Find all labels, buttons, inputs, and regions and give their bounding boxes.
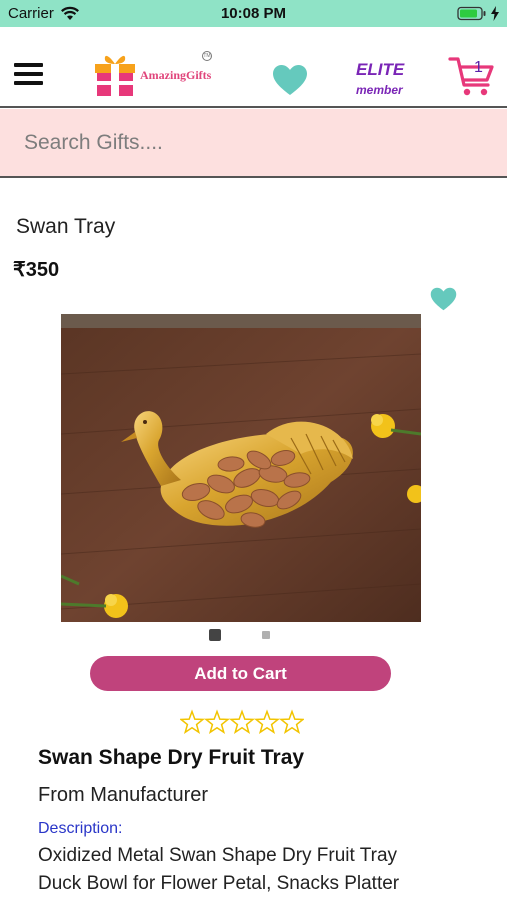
gift-box-logo-icon[interactable]: [94, 52, 136, 98]
star-icon[interactable]: [279, 709, 304, 735]
carousel-dot-active[interactable]: [209, 629, 221, 641]
description-label: Description:: [38, 820, 123, 837]
status-bar: Carrier 10:08 PM: [0, 0, 507, 27]
wishlist-heart-icon[interactable]: [430, 287, 457, 311]
product-image[interactable]: [61, 314, 421, 622]
heart-icon[interactable]: [272, 64, 308, 96]
brand-logo-text: AmazingGifts: [140, 68, 212, 82]
cart-count-badge: 1: [474, 59, 483, 76]
star-icon[interactable]: [180, 709, 205, 735]
app-header: AmazingGifts TM ELITE member 1: [0, 27, 507, 108]
star-icon[interactable]: [229, 709, 255, 735]
status-time: 10:08 PM: [220, 5, 287, 22]
rating-stars[interactable]: [180, 709, 304, 737]
description-line: Duck Bowl for Flower Petal, Snacks Platt…: [38, 873, 400, 894]
product-source: From Manufacturer: [38, 784, 209, 806]
hamburger-menu-icon[interactable]: [14, 63, 44, 87]
product-title: Swan Shape Dry Fruit Tray: [38, 746, 305, 769]
product-name: Swan Tray: [16, 215, 116, 238]
membership-subtitle[interactable]: member: [356, 83, 403, 97]
description-line: Oxidized Metal Swan Shape Dry Fruit Tray: [38, 845, 398, 866]
search-bar: [0, 109, 507, 178]
charging-bolt-icon: [491, 6, 499, 21]
shopping-cart-icon[interactable]: [448, 55, 494, 97]
battery-icon: [457, 6, 486, 21]
star-icon[interactable]: [204, 709, 230, 735]
membership-title[interactable]: ELITE: [356, 60, 404, 80]
trademark-mark: TM: [202, 51, 212, 61]
product-price: ₹350: [13, 259, 60, 281]
search-input[interactable]: [0, 109, 507, 176]
star-icon[interactable]: [254, 709, 280, 735]
add-to-cart-button[interactable]: Add to Cart: [90, 656, 391, 691]
carousel-dot[interactable]: [262, 631, 270, 639]
